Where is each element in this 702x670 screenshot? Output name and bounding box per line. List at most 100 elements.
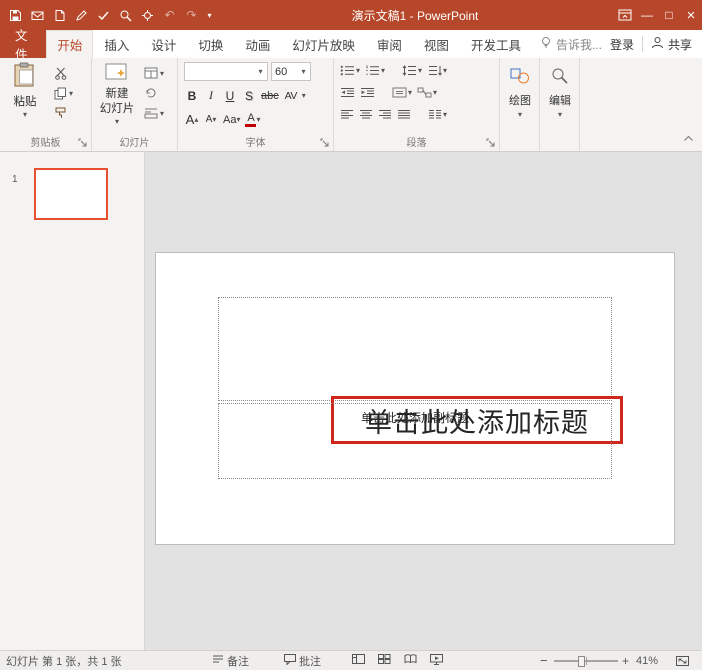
dropdown-arrow-icon: ▾ xyxy=(356,65,361,75)
ink-pen-icon[interactable] xyxy=(71,3,92,27)
paste-button[interactable]: 粘贴 ▾ xyxy=(4,62,46,119)
slide-thumbnail-1[interactable] xyxy=(34,168,108,220)
section-button[interactable]: ▾ xyxy=(142,103,166,123)
zoom-in-button[interactable]: + xyxy=(622,651,629,670)
tab-transitions[interactable]: 切换 xyxy=(187,30,234,58)
qat-customize-icon[interactable]: ▾ xyxy=(203,11,216,20)
paragraph-row-1: ▾ ▾ ▾ ▾ xyxy=(340,62,499,78)
new-slide-button[interactable]: 新建 幻灯片 ▾ xyxy=(94,62,140,126)
close-button[interactable]: × xyxy=(680,0,702,30)
tab-developer[interactable]: 开发工具 xyxy=(460,30,532,58)
align-right-button[interactable] xyxy=(378,109,392,120)
grow-font-label: A xyxy=(185,112,195,127)
ribbon: 粘贴 ▾ ▾ 剪贴板 新建 幻灯片 ▾ ▾ ▾ 幻灯片 ▾ 60 ▾ B I U… xyxy=(0,58,702,152)
line-spacing-button[interactable]: ▾ xyxy=(402,64,422,76)
increase-indent-button[interactable] xyxy=(360,87,375,98)
paragraph-dialog-launcher[interactable] xyxy=(485,137,496,148)
tab-home[interactable]: 开始 xyxy=(46,30,94,58)
dropdown-arrow-icon: ▾ xyxy=(408,87,413,97)
reading-view-button[interactable] xyxy=(404,654,417,667)
fit-to-window-button[interactable] xyxy=(676,651,689,670)
editing-group: 编辑 ▾ xyxy=(540,58,580,151)
align-text-button[interactable]: ▾ xyxy=(392,87,412,98)
undo-icon[interactable]: ↶ xyxy=(159,3,180,27)
strikethrough-button[interactable]: abc xyxy=(260,87,280,105)
notes-button[interactable]: 备注 xyxy=(212,651,249,670)
font-size-combo[interactable]: 60 ▾ xyxy=(271,62,311,81)
tell-me-search[interactable]: 告诉我... xyxy=(532,30,610,58)
window-controls: — □ × xyxy=(614,0,702,30)
shrink-font-label: A xyxy=(205,114,213,125)
settings-icon[interactable] xyxy=(137,3,158,27)
collapse-ribbon-icon[interactable] xyxy=(683,131,694,145)
save-icon[interactable] xyxy=(5,3,26,27)
zoom-out-button[interactable]: − xyxy=(540,651,548,670)
normal-view-button[interactable] xyxy=(352,654,365,667)
dropdown-arrow-icon: ▾ xyxy=(517,110,522,119)
align-left-button[interactable] xyxy=(340,109,354,120)
layout-button[interactable]: ▾ xyxy=(142,63,166,83)
italic-button[interactable]: I xyxy=(203,87,219,105)
slide-sorter-view-button[interactable] xyxy=(378,654,391,667)
maximize-button[interactable]: □ xyxy=(658,0,680,30)
font-dialog-launcher[interactable] xyxy=(319,137,330,148)
zoom-slider-thumb[interactable] xyxy=(578,656,585,667)
subtitle-placeholder[interactable]: 单击此处添加副标题 xyxy=(218,403,612,479)
numbering-button[interactable]: ▾ xyxy=(365,65,385,76)
columns-button[interactable]: ▾ xyxy=(428,109,447,120)
format-painter-button[interactable] xyxy=(52,103,75,123)
convert-smartart-button[interactable]: ▾ xyxy=(417,87,437,98)
minimize-button[interactable]: — xyxy=(636,0,658,30)
font-name-combo[interactable]: ▾ xyxy=(184,62,268,81)
underline-button[interactable]: U xyxy=(222,87,238,105)
character-spacing-button[interactable]: AV xyxy=(283,87,299,105)
sign-in-link[interactable]: 登录 xyxy=(610,36,634,53)
email-icon[interactable] xyxy=(27,3,48,27)
font-color-button[interactable]: A ▾ xyxy=(244,111,261,129)
clipboard-group: 粘贴 ▾ ▾ 剪贴板 xyxy=(0,58,92,151)
window-title: 演示文稿1 - PowerPoint xyxy=(351,8,479,23)
spelling-icon[interactable] xyxy=(93,3,114,27)
copy-button[interactable]: ▾ xyxy=(52,83,75,103)
decrease-indent-button[interactable] xyxy=(340,87,355,98)
font-row-size-color: A ▴ A ▾ Aa ▾ A ▾ xyxy=(184,110,333,129)
comments-button[interactable]: 批注 xyxy=(284,651,321,670)
new-document-icon[interactable] xyxy=(49,3,70,27)
cut-button[interactable] xyxy=(52,63,75,83)
slide-thumbnail-panel: 1 xyxy=(0,152,145,650)
grow-font-button[interactable]: A ▴ xyxy=(184,111,200,129)
tab-view[interactable]: 视图 xyxy=(413,30,460,58)
zoom-level[interactable]: 41% xyxy=(636,651,658,670)
justify-button[interactable] xyxy=(397,109,411,120)
ribbon-display-options-icon[interactable] xyxy=(614,0,636,30)
tab-design[interactable]: 设计 xyxy=(140,30,187,58)
text-direction-button[interactable]: ▾ xyxy=(427,65,447,76)
tab-file[interactable]: 文件 xyxy=(0,29,47,62)
find-icon[interactable] xyxy=(115,3,136,27)
change-case-button[interactable]: Aa ▾ xyxy=(222,111,241,129)
title-placeholder[interactable]: 单击此处添加标题 xyxy=(218,297,623,444)
tab-animations[interactable]: 动画 xyxy=(234,30,281,58)
shrink-font-button[interactable]: A ▾ xyxy=(203,111,219,129)
tabrow-right: 登录 共享 xyxy=(610,30,702,58)
text-shadow-button[interactable]: S xyxy=(241,87,257,105)
bold-button[interactable]: B xyxy=(184,87,200,105)
tab-slideshow[interactable]: 幻灯片放映 xyxy=(281,30,366,58)
drawing-button[interactable]: 绘图 ▾ xyxy=(502,66,538,119)
clipboard-dialog-launcher[interactable] xyxy=(77,137,88,148)
clipboard-buttons: ▾ xyxy=(52,63,75,123)
editing-label: 编辑 xyxy=(549,95,571,107)
reset-button[interactable] xyxy=(142,83,166,103)
redo-icon[interactable]: ↷ xyxy=(181,3,202,27)
tab-insert[interactable]: 插入 xyxy=(93,30,140,58)
slideshow-view-button[interactable] xyxy=(430,653,443,668)
titlebar: ↶ ↷ ▾ 演示文稿1 - PowerPoint — □ × xyxy=(0,0,702,30)
dropdown-arrow-icon: ▾ xyxy=(443,109,448,119)
share-button[interactable]: 共享 xyxy=(651,36,692,53)
tab-review[interactable]: 审阅 xyxy=(366,30,413,58)
font-row-combos: ▾ 60 ▾ xyxy=(184,62,333,81)
bullets-button[interactable]: ▾ xyxy=(340,65,360,76)
dropdown-arrow-icon: ▾ xyxy=(381,65,386,75)
align-center-button[interactable] xyxy=(359,109,373,120)
editing-button[interactable]: 编辑 ▾ xyxy=(542,66,578,119)
